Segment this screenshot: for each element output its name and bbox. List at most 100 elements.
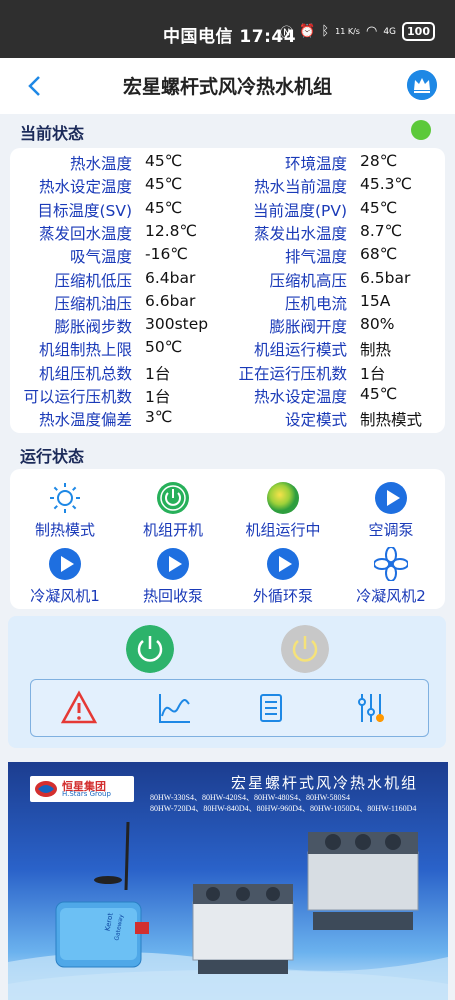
- status-label: 压缩机低压: [54, 271, 132, 290]
- status-label: 压机电流: [284, 294, 347, 313]
- power-on-button[interactable]: [126, 625, 174, 673]
- run-status-label: 冷凝风机2: [356, 587, 426, 605]
- status-time: 中国电信 17:44: [163, 27, 297, 47]
- signal-icon: 4G: [383, 26, 397, 37]
- status-row: 热水温度 45℃ 环境温度 28℃: [10, 152, 445, 175]
- status-value: 45.3℃: [360, 175, 412, 194]
- status-label: 目标温度(SV): [37, 201, 132, 220]
- status-value: 45℃: [145, 198, 183, 217]
- status-value: 6.6bar: [145, 291, 196, 310]
- status-label: 压缩机油压: [54, 294, 132, 313]
- chiller-unit-icon: [307, 832, 419, 930]
- run-status-item: 热回收泵: [118, 547, 228, 606]
- status-value: 6.5bar: [360, 268, 411, 287]
- status-label: 热水温度: [69, 155, 132, 173]
- status-label: 设定模式: [284, 411, 347, 430]
- power-on-icon: [156, 481, 190, 515]
- logo-mark-icon: [35, 781, 57, 797]
- run-status-item: 机组开机: [118, 481, 228, 540]
- run-status-item: 制热模式: [10, 481, 120, 540]
- chiller-unit-icon: [192, 884, 294, 974]
- system-status-bar: 中国电信 17:44 Ⓝ ⏰ ᛒ 11 K/s ◠ 4G 100: [0, 0, 455, 58]
- run-status-label: 机组运行中: [245, 521, 321, 539]
- run-status-item: 冷凝风机2: [336, 546, 446, 606]
- status-label: 膨胀阀步数: [54, 318, 132, 337]
- status-value: 1台: [360, 364, 386, 383]
- status-label: 排气温度: [284, 248, 347, 267]
- status-label: 压缩机高压: [269, 271, 347, 290]
- play-icon: [374, 481, 408, 515]
- nfc-icon: Ⓝ: [280, 26, 294, 41]
- status-value: 1台: [145, 388, 171, 406]
- status-label: 蒸发出水温度: [253, 224, 347, 243]
- sun-icon: [48, 481, 82, 515]
- status-row: 机组压机总数 1台 正在运行压机数 1台: [10, 362, 445, 385]
- run-status-label: 热回收泵: [142, 587, 203, 605]
- status-row: 吸气温度 -16℃ 排气温度 68℃: [10, 245, 445, 268]
- crown-icon[interactable]: [407, 70, 437, 100]
- banner-title: 宏星螺杆式风冷热水机组: [230, 774, 418, 792]
- status-value: 68℃: [360, 245, 398, 264]
- run-status-label: 机组开机: [142, 521, 203, 539]
- status-label: 热水设定温度: [38, 178, 132, 197]
- status-label: 热水设定温度: [253, 388, 347, 406]
- current-status-heading: 当前状态: [20, 124, 85, 143]
- run-status-label: 制热模式: [34, 521, 95, 539]
- status-value: 80%: [360, 315, 395, 334]
- status-label: 正在运行压机数: [238, 364, 347, 383]
- status-value: 3℃: [145, 408, 173, 427]
- status-value: 12.8℃: [145, 221, 197, 240]
- alarm-icon: ⏰: [299, 24, 316, 39]
- status-row: 膨胀阀步数 300step 膨胀阀开度 80%: [10, 315, 445, 338]
- status-value: 15A: [360, 291, 391, 310]
- run-status-item: 机组运行中: [228, 481, 338, 540]
- document-list-icon[interactable]: [253, 690, 289, 726]
- battery-icon: 100: [402, 22, 435, 41]
- banner-illustration: [8, 821, 448, 1000]
- status-label: 机组压机总数: [38, 364, 132, 383]
- power-off-button[interactable]: [281, 625, 329, 673]
- status-label: 环境温度: [284, 155, 347, 173]
- run-status-item: 冷凝风机1: [10, 547, 120, 606]
- status-row: 热水温度偏差 3℃ 设定模式 制热模式: [10, 408, 445, 431]
- run-status-label: 空调泵: [368, 521, 414, 539]
- trend-chart-icon[interactable]: [156, 690, 192, 726]
- status-label: 当前温度(PV): [252, 201, 347, 220]
- status-row: 压缩机油压 6.6bar 压机电流 15A: [10, 292, 445, 315]
- online-status-indicator: [411, 120, 431, 140]
- company-logo: 恒星集团 H.Stars Group: [30, 776, 134, 802]
- status-value: 8.7℃: [360, 221, 403, 240]
- status-row: 压缩机低压 6.4bar 压缩机高压 6.5bar: [10, 269, 445, 292]
- run-status-heading: 运行状态: [20, 447, 85, 466]
- run-status-label: 冷凝风机1: [30, 587, 100, 605]
- play-icon: [156, 547, 190, 581]
- toolbar: [30, 679, 429, 737]
- status-label: 机组制热上限: [38, 341, 132, 360]
- status-label: 机组运行模式: [253, 341, 347, 360]
- status-label: 吸气温度: [69, 248, 132, 267]
- page-title: 宏星螺杆式风冷热水机组: [122, 76, 332, 98]
- status-value: 45℃: [145, 175, 183, 194]
- status-row: 目标温度(SV) 45℃ 当前温度(PV) 45℃: [10, 199, 445, 222]
- status-value: 制热: [360, 341, 392, 360]
- status-value: -16℃: [145, 245, 188, 264]
- run-status-panel: 制热模式 机组开机 机组运行中 空调泵 冷凝风机1 热回收泵 外循环泵 冷凝风机2: [10, 469, 445, 609]
- alarm-warning-icon[interactable]: [61, 690, 97, 726]
- status-value: 28℃: [360, 152, 398, 170]
- settings-sliders-icon[interactable]: [353, 690, 389, 726]
- status-value: 制热模式: [360, 411, 423, 430]
- status-label: 热水当前温度: [253, 178, 347, 197]
- status-value: 6.4bar: [145, 268, 196, 287]
- play-icon: [48, 547, 82, 581]
- wifi-icon: ◠: [365, 24, 378, 39]
- current-status-panel: 热水温度 45℃ 环境温度 28℃ 热水设定温度 45℃ 热水当前温度 45.3℃ 目标温度(S…: [10, 148, 445, 433]
- status-row: 热水设定温度 45℃ 热水当前温度 45.3℃: [10, 175, 445, 198]
- status-label: 膨胀阀开度: [269, 318, 347, 337]
- running-ball-icon: [266, 481, 300, 515]
- status-value: 300step: [145, 315, 209, 334]
- status-label: 可以运行压机数: [23, 388, 132, 406]
- status-value: 45℃: [360, 198, 398, 217]
- banner-models: 80HW-330S4、80HW-420S4、80HW-480S4、80HW-58…: [150, 793, 417, 813]
- status-value: 45℃: [360, 385, 398, 403]
- status-value: 1台: [145, 364, 171, 383]
